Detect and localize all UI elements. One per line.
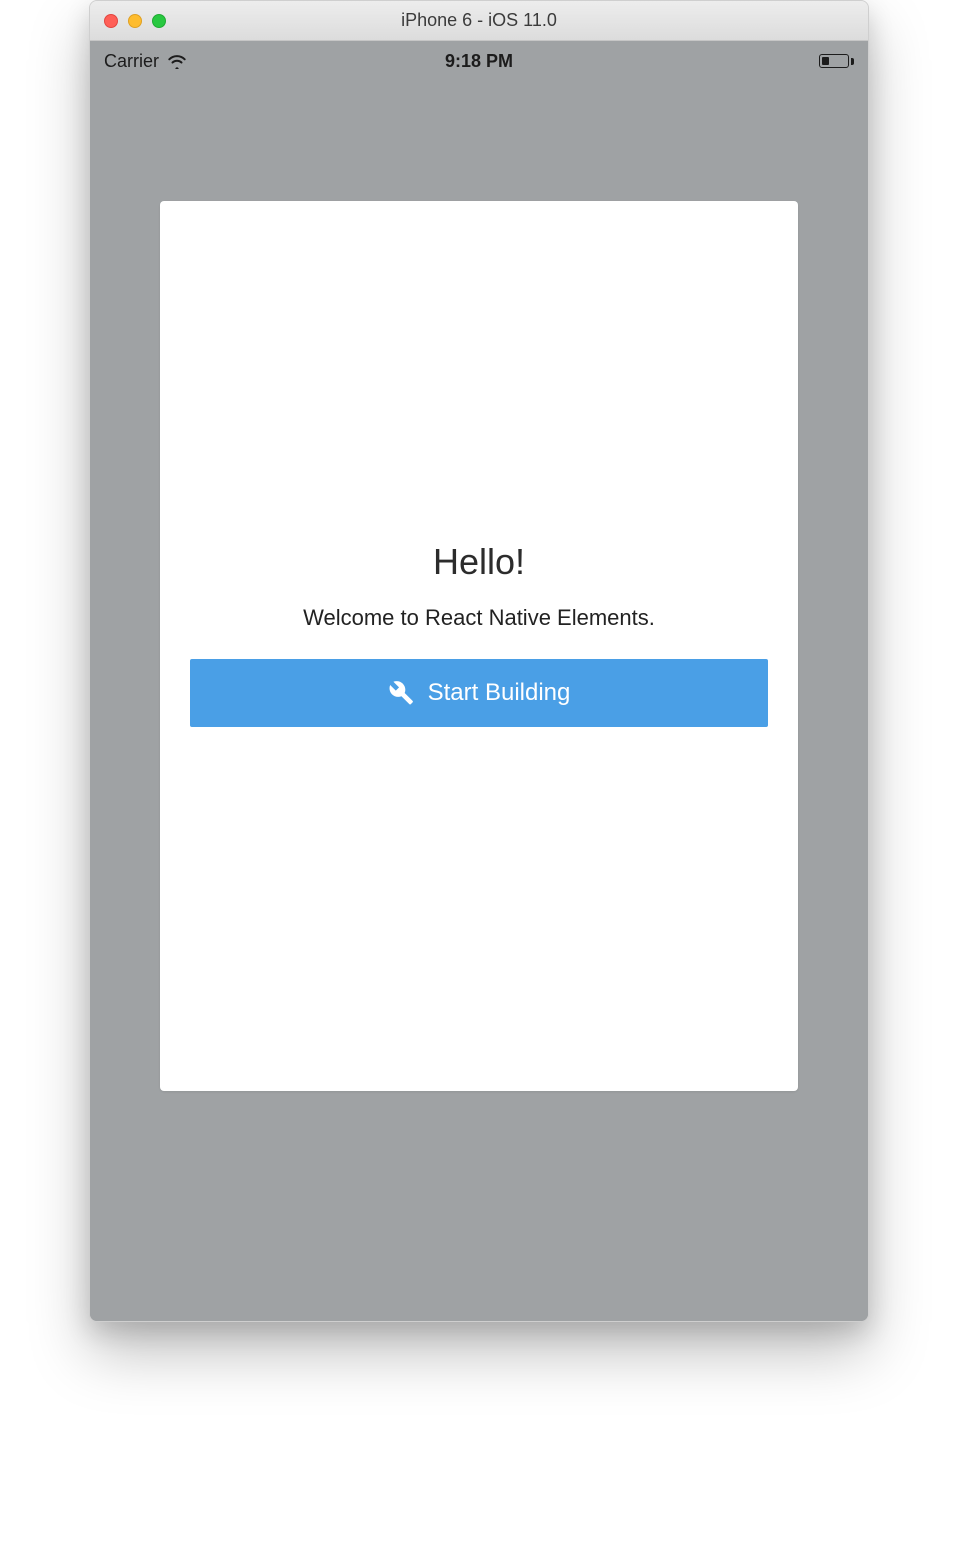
card-subtitle: Welcome to React Native Elements. <box>190 605 768 631</box>
wifi-icon <box>167 54 187 69</box>
welcome-card: Hello! Welcome to React Native Elements.… <box>160 201 798 1091</box>
carrier-label: Carrier <box>104 51 159 72</box>
window-title: iPhone 6 - iOS 11.0 <box>90 10 868 31</box>
wrench-icon <box>388 680 414 706</box>
device-screen: Carrier 9:18 PM <box>90 41 868 1321</box>
window-titlebar: iPhone 6 - iOS 11.0 <box>90 1 868 41</box>
simulator-window: iPhone 6 - iOS 11.0 Carrier 9:18 PM <box>89 0 869 1322</box>
button-label: Start Building <box>428 679 571 707</box>
status-bar: Carrier 9:18 PM <box>90 41 868 81</box>
start-building-button[interactable]: Start Building <box>190 659 768 727</box>
clock: 9:18 PM <box>104 51 854 72</box>
battery-icon <box>819 54 854 68</box>
app-background: Hello! Welcome to React Native Elements.… <box>90 81 868 1321</box>
card-title: Hello! <box>190 541 768 583</box>
status-left: Carrier <box>104 51 187 72</box>
